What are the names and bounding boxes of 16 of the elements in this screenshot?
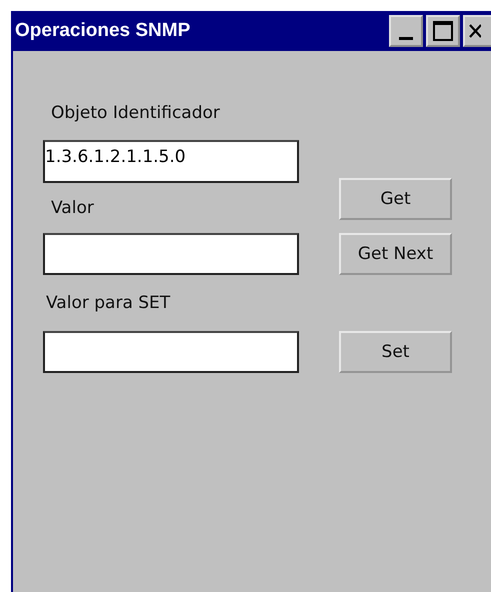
set-button[interactable]: Set <box>339 331 452 373</box>
get-button[interactable]: Get <box>339 178 452 220</box>
input-field[interactable]: 1.3.6.1.2.1.1.5.0 <box>43 140 299 183</box>
field-label: Valor para SET <box>46 293 172 313</box>
field-label: Objeto Identificador <box>51 103 221 123</box>
maximize-button[interactable] <box>426 15 460 47</box>
input-field[interactable] <box>43 233 299 275</box>
input-field[interactable] <box>43 331 299 373</box>
get-next-button[interactable]: Get Next <box>339 233 452 275</box>
close-icon <box>467 22 481 40</box>
field-label: Valor <box>51 198 95 218</box>
close-button[interactable] <box>463 15 491 47</box>
window-title: Operaciones SNMP <box>15 20 190 42</box>
minimize-icon <box>399 36 413 40</box>
maximize-icon <box>432 20 454 42</box>
minimize-button[interactable] <box>389 15 423 47</box>
